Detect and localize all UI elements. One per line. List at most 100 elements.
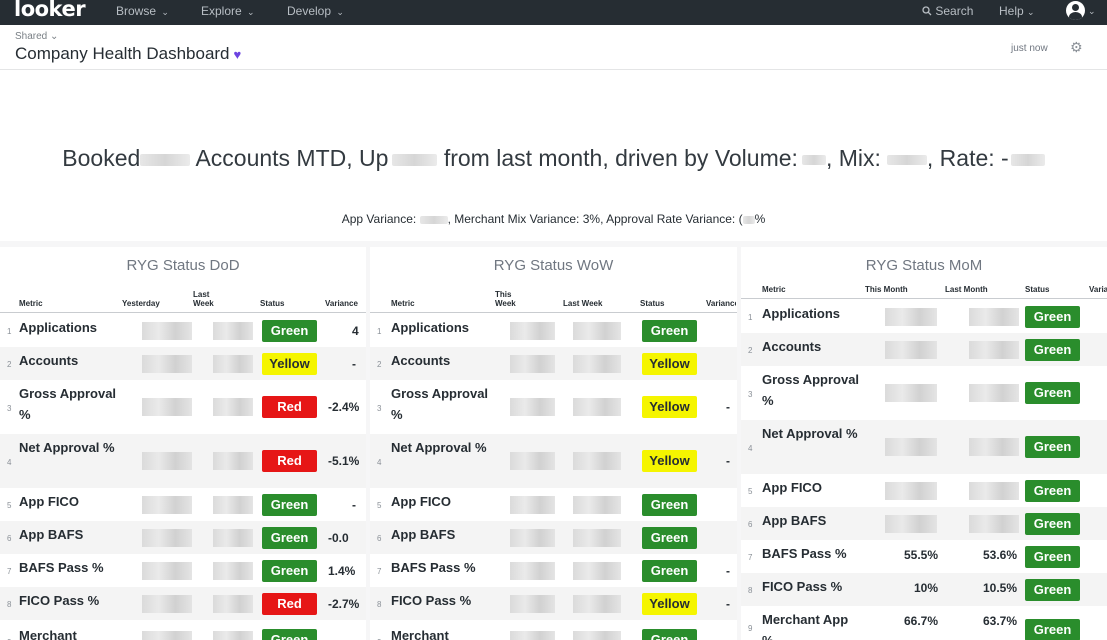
- help-menu[interactable]: Help ⌄: [999, 4, 1035, 18]
- redacted-prior-value: [573, 398, 621, 416]
- status-badge: Yellow: [262, 353, 317, 375]
- dashboard-title: Company Health Dashboard ♥: [15, 44, 241, 64]
- column-header[interactable]: Metric: [762, 285, 786, 294]
- redacted-current-value: [142, 595, 192, 613]
- nav-develop[interactable]: Develop ⌄: [287, 4, 344, 18]
- dashboard-title-text: Company Health Dashboard: [15, 44, 230, 63]
- redacted-prior-value: [969, 384, 1019, 402]
- table-row: 7 BAFS Pass % Green 1.4%: [0, 554, 366, 587]
- search-button[interactable]: Search: [922, 4, 973, 18]
- column-header[interactable]: Yesterday: [122, 299, 160, 308]
- breadcrumb[interactable]: Shared ⌄: [15, 31, 58, 42]
- user-avatar[interactable]: [1066, 1, 1085, 20]
- row-number: 5: [748, 487, 753, 496]
- nav-explore[interactable]: Explore ⌄: [201, 4, 255, 18]
- redacted-current-value: [510, 322, 555, 340]
- table-row: 3 Gross Approval % Green: [741, 366, 1107, 420]
- variance-value: -: [726, 454, 730, 468]
- subline-text: %: [754, 212, 766, 226]
- column-header[interactable]: Metric: [391, 299, 415, 308]
- variance-value: -: [352, 357, 356, 371]
- column-header[interactable]: Last Week: [193, 290, 225, 308]
- ryg-status-dod-tile: RYG Status DoD Metric Yesterday Last Wee…: [0, 247, 366, 640]
- variance-value: -: [726, 597, 730, 611]
- redacted-value: [1010, 153, 1045, 166]
- column-header[interactable]: This Week: [495, 290, 525, 308]
- column-header[interactable]: Status: [260, 299, 284, 308]
- row-number: 1: [7, 327, 12, 336]
- redacted-current-value: [885, 308, 937, 326]
- redacted-current-value: [142, 496, 192, 514]
- metric-label: Gross Approval %: [19, 386, 117, 422]
- column-header[interactable]: Last Week: [563, 299, 602, 308]
- column-header[interactable]: This Month: [865, 285, 908, 294]
- column-header[interactable]: Variance: [706, 299, 736, 308]
- redacted-current-value: [510, 631, 555, 640]
- row-number: 4: [748, 444, 753, 453]
- last-month-value: 53.6%: [982, 548, 1017, 562]
- status-badge: Green: [1025, 546, 1080, 568]
- column-header[interactable]: Last Month: [945, 285, 988, 294]
- redacted-prior-value: [573, 452, 621, 470]
- redacted-current-value: [510, 562, 555, 580]
- row-number: 8: [748, 586, 753, 595]
- metric-label: Accounts: [391, 353, 451, 368]
- this-month-value: 10%: [913, 581, 938, 595]
- redacted-value: [419, 215, 448, 224]
- status-badge: Green: [262, 629, 317, 640]
- breadcrumb-label: Shared: [15, 31, 48, 42]
- redacted-current-value: [510, 595, 555, 613]
- status-badge: Green: [1025, 436, 1080, 458]
- row-number: 3: [377, 404, 382, 413]
- summary-subline: App Variance: , Merchant Mix Variance: 3…: [0, 212, 1107, 226]
- gear-icon[interactable]: ⚙: [1070, 39, 1083, 56]
- tile-title: RYG Status WoW: [493, 257, 614, 274]
- status-badge: Green: [1025, 619, 1080, 640]
- variance-value: -: [352, 498, 356, 512]
- table-row: 6 App BAFS Green: [370, 521, 737, 554]
- status-badge: Green: [642, 560, 697, 582]
- metric-label: App FICO: [19, 494, 79, 509]
- column-header[interactable]: Status: [640, 299, 664, 308]
- redacted-current-value: [510, 496, 555, 514]
- chevron-down-icon[interactable]: ⌄: [1088, 6, 1096, 17]
- redacted-prior-value: [969, 438, 1019, 456]
- nav-develop-label: Develop: [287, 4, 332, 18]
- table-row: 3 Gross Approval % Red -2.4%: [0, 380, 366, 434]
- redacted-prior-value: [213, 562, 253, 580]
- favorite-heart-icon[interactable]: ♥: [234, 47, 242, 62]
- redacted-current-value: [510, 452, 555, 470]
- column-header[interactable]: Variance: [325, 299, 358, 308]
- status-badge: Red: [262, 593, 317, 615]
- ryg-status-mom-tile: RYG Status MoM Metric This Month Last Mo…: [741, 247, 1107, 640]
- status-badge: Green: [642, 527, 697, 549]
- metric-label: Applications: [19, 320, 98, 335]
- redacted-prior-value: [573, 529, 621, 547]
- status-badge: Red: [262, 450, 317, 472]
- table-row: 1 Applications Green 4: [0, 314, 366, 347]
- redacted-prior-value: [969, 482, 1019, 500]
- table-row: 6 App BAFS Green: [741, 507, 1107, 540]
- table-header: Metric Yesterday Last Week Status Varian…: [0, 289, 366, 313]
- redacted-current-value: [885, 438, 937, 456]
- column-header[interactable]: Metric: [19, 299, 43, 308]
- variance-value: -5.1%: [328, 454, 360, 468]
- redacted-prior-value: [213, 355, 253, 373]
- last-updated: just now: [1011, 43, 1048, 54]
- search-icon: [922, 6, 932, 16]
- redacted-current-value: [142, 452, 192, 470]
- nav-browse[interactable]: Browse ⌄: [116, 4, 169, 18]
- variance-value: -2.7%: [328, 597, 360, 611]
- redacted-prior-value: [213, 452, 253, 470]
- redacted-prior-value: [573, 631, 621, 640]
- table-row: 3 Gross Approval % Yellow -: [370, 380, 737, 434]
- column-header[interactable]: Status: [1025, 285, 1049, 294]
- metric-label: BAFS Pass %: [762, 546, 847, 561]
- metric-label: App FICO: [391, 494, 451, 509]
- looker-logo[interactable]: looker: [14, 0, 86, 21]
- column-header[interactable]: Variance: [1089, 285, 1107, 294]
- row-number: 2: [7, 360, 12, 369]
- redacted-current-value: [885, 384, 937, 402]
- metric-label: Gross Approval %: [391, 386, 489, 422]
- table-row: 1 Applications Green: [370, 314, 737, 347]
